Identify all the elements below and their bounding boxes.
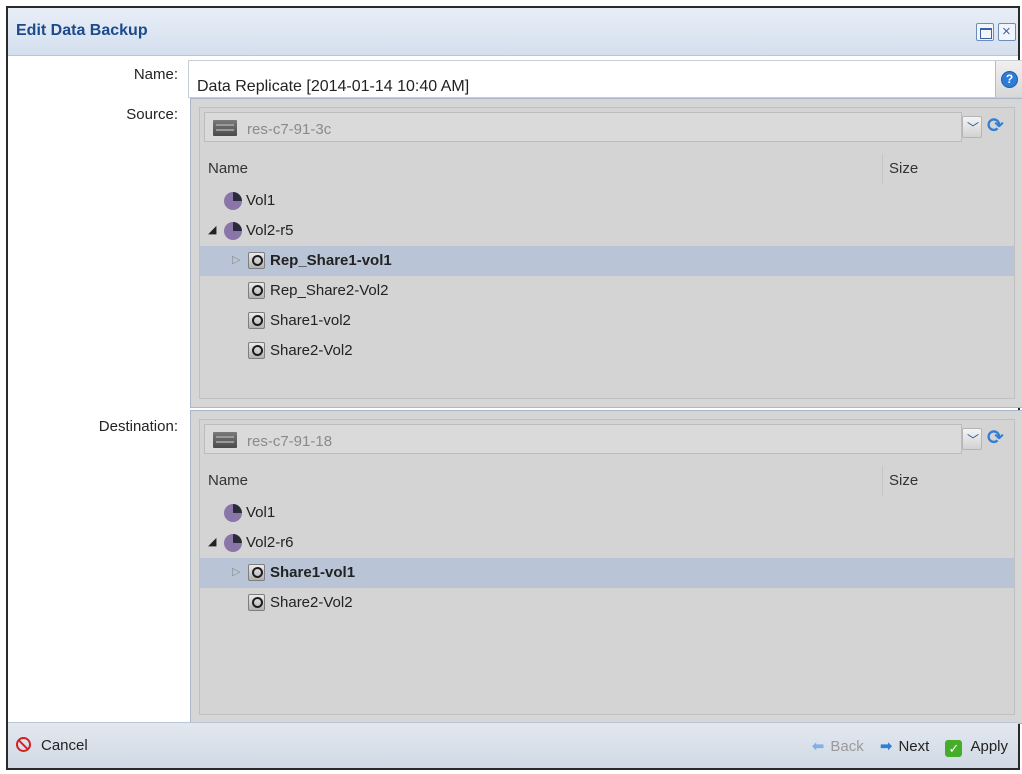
- destination-tree-container: res-c7-91-18 ﹀ ⟳ Name Size Vol1 ◢ Vol2-r6 ▷…: [199, 419, 1015, 715]
- column-divider[interactable]: [882, 154, 883, 184]
- share-icon: [248, 342, 265, 359]
- share-icon: [248, 312, 265, 329]
- next-button[interactable]: ➡ Next: [880, 738, 929, 755]
- name-field[interactable]: Data Replicate [2014-01-14 10:40 AM] ?: [188, 60, 1022, 98]
- source-server-name: res-c7-91-3c: [247, 121, 332, 138]
- next-arrow-icon: ➡: [879, 738, 893, 755]
- wizard-nav: ⬅ Back ➡ Next ✓ Apply: [812, 737, 1008, 757]
- destination-server-name: res-c7-91-18: [247, 433, 333, 450]
- volume-icon: [224, 192, 242, 210]
- volume-icon: [224, 504, 242, 522]
- back-button[interactable]: ⬅ Back: [812, 738, 864, 755]
- volume-icon: [224, 534, 242, 552]
- tree-row[interactable]: Vol1: [200, 498, 1014, 528]
- share-icon: [248, 252, 265, 269]
- name-field-value: Data Replicate [2014-01-14 10:40 AM]: [197, 78, 470, 95]
- tree-row[interactable]: Share2-Vol2: [200, 588, 1014, 618]
- tree-row[interactable]: ▷ Rep_Share1-vol1: [200, 246, 1014, 276]
- column-header-name[interactable]: Name: [208, 472, 248, 489]
- chevron-down-icon[interactable]: ﹀: [962, 116, 982, 138]
- destination-label: Destination:: [98, 418, 178, 435]
- tree-row-label: Vol2-r5: [246, 222, 294, 239]
- server-icon: [213, 432, 237, 448]
- share-icon: [248, 564, 265, 581]
- collapse-icon[interactable]: ◢: [208, 223, 216, 236]
- tree-row[interactable]: ▷ Share1-vol1: [200, 558, 1014, 588]
- source-panel: res-c7-91-3c ﹀ ⟳ Name Size Vol1 ◢ Vol2-r5 ▷…: [190, 98, 1022, 408]
- title-bar[interactable]: Edit Data Backup ×: [8, 8, 1018, 56]
- column-divider[interactable]: [882, 466, 883, 496]
- expand-icon[interactable]: ▷: [232, 253, 240, 266]
- name-label: Name:: [133, 66, 178, 83]
- tree-row-label: Share1-vol1: [270, 564, 356, 581]
- help-button[interactable]: ?: [995, 61, 1022, 97]
- share-icon: [248, 594, 265, 611]
- column-header-size[interactable]: Size: [889, 160, 918, 177]
- destination-column-header: Name Size: [204, 466, 1014, 496]
- edit-data-backup-dialog: Edit Data Backup × Name: Data Replicate …: [6, 6, 1022, 770]
- tree-row-label: Vol1: [246, 192, 276, 209]
- tree-row-label: Vol2-r6: [246, 534, 294, 551]
- maximize-icon[interactable]: [976, 23, 994, 41]
- tree-row-label: Share2-Vol2: [270, 594, 353, 611]
- destination-server-field[interactable]: res-c7-91-18: [204, 424, 962, 454]
- cancel-icon: [16, 737, 31, 752]
- tree-row[interactable]: Share2-Vol2: [200, 336, 1014, 366]
- checkmark-icon: ✓: [945, 740, 963, 757]
- tree-row-label: Rep_Share2-Vol2: [270, 282, 389, 299]
- source-tree-container: res-c7-91-3c ﹀ ⟳ Name Size Vol1 ◢ Vol2-r5 ▷…: [199, 107, 1015, 399]
- help-icon: ?: [1001, 71, 1018, 88]
- tree-row-label: Vol1: [246, 504, 276, 521]
- dialog-title: Edit Data Backup: [16, 22, 148, 39]
- volume-icon: [224, 222, 242, 240]
- apply-button[interactable]: ✓ Apply: [945, 738, 1008, 757]
- tree-row[interactable]: Rep_Share2-Vol2: [200, 276, 1014, 306]
- next-label: Next: [898, 738, 930, 755]
- expand-icon[interactable]: ▷: [232, 565, 240, 578]
- column-header-size[interactable]: Size: [889, 472, 918, 489]
- source-column-header: Name Size: [204, 154, 1014, 184]
- apply-label: Apply: [970, 738, 1008, 755]
- tree-row[interactable]: Share1-vol2: [200, 306, 1014, 336]
- source-server-combo[interactable]: res-c7-91-3c ﹀ ⟳: [204, 112, 1014, 146]
- tree-row-label: Share2-Vol2: [270, 342, 353, 359]
- chevron-down-icon[interactable]: ﹀: [962, 428, 982, 450]
- tree-row[interactable]: Vol1: [200, 186, 1014, 216]
- cancel-label: Cancel: [41, 737, 88, 754]
- tree-row[interactable]: ◢ Vol2-r6: [200, 528, 1014, 558]
- server-icon: [213, 120, 237, 136]
- share-icon: [248, 282, 265, 299]
- back-label: Back: [830, 738, 864, 755]
- column-header-name[interactable]: Name: [208, 160, 248, 177]
- dialog-footer: Cancel ⬅ Back ➡ Next ✓ Apply: [8, 722, 1018, 768]
- destination-panel: res-c7-91-18 ﹀ ⟳ Name Size Vol1 ◢ Vol2-r6 ▷…: [190, 410, 1022, 724]
- close-icon[interactable]: ×: [998, 23, 1016, 41]
- cancel-button[interactable]: Cancel: [16, 737, 88, 754]
- refresh-icon[interactable]: ⟳: [986, 427, 1008, 450]
- back-arrow-icon: ⬅: [811, 738, 825, 755]
- source-label: Source:: [126, 106, 178, 123]
- refresh-icon[interactable]: ⟳: [986, 115, 1008, 138]
- source-server-field[interactable]: res-c7-91-3c: [204, 112, 962, 142]
- collapse-icon[interactable]: ◢: [208, 535, 216, 548]
- destination-server-combo[interactable]: res-c7-91-18 ﹀ ⟳: [204, 424, 1014, 458]
- tree-row-label: Rep_Share1-vol1: [270, 252, 392, 269]
- tree-row[interactable]: ◢ Vol2-r5: [200, 216, 1014, 246]
- tree-row-label: Share1-vol2: [270, 312, 351, 329]
